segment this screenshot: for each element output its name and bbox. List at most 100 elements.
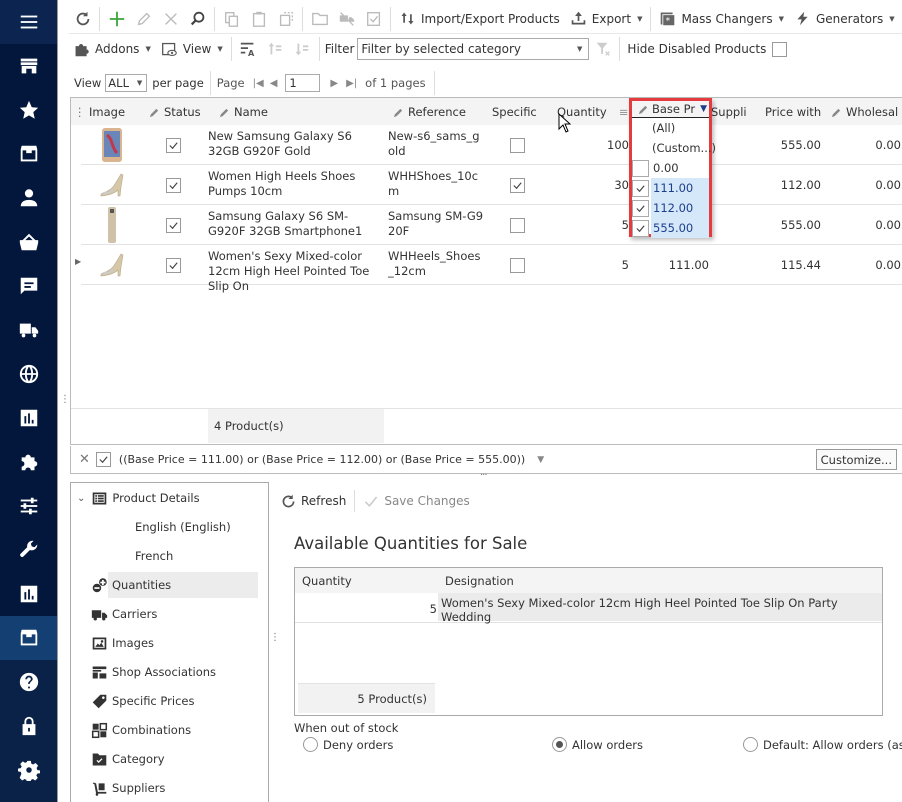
filter-option[interactable]: (All) [632,118,709,138]
tree-item-combinations[interactable]: Combinations [91,717,191,743]
nav-localization[interactable] [0,352,57,396]
expand-button[interactable] [262,37,289,61]
refresh-button[interactable] [69,7,96,31]
radio-deny-orders[interactable]: Deny orders [303,737,393,752]
nav-catalog[interactable] [0,132,57,176]
first-page-button[interactable]: |◀ [253,78,264,89]
filter-option[interactable]: 0.00 [632,158,709,178]
product-quantity[interactable]: 5 [571,258,629,272]
nav-modules[interactable] [0,440,57,484]
paste-button[interactable] [245,7,272,31]
product-image[interactable] [94,247,130,283]
nav-settings[interactable] [0,748,57,792]
addons-button[interactable]: Addons ▼ [69,37,156,61]
tree-item-specific-prices[interactable]: Specific Prices [91,688,194,714]
filter-option-checkbox[interactable] [632,159,649,177]
filter-option[interactable]: 112.00 [632,198,709,218]
clear-filter-button[interactable] [589,37,616,61]
assign-carriers-button[interactable] [333,7,360,31]
status-checkbox[interactable] [166,258,181,273]
page-input[interactable]: 1 [285,74,321,92]
column-header-supplier[interactable]: Suppli [711,105,747,119]
column-header-quantity[interactable]: Quantity [302,574,352,588]
nav-favorites[interactable] [0,88,57,132]
move-category-button[interactable] [306,7,333,31]
format-button[interactable]: A [235,37,262,61]
column-header-image[interactable]: Image [89,105,125,119]
tree-item-english[interactable]: English (English) [131,514,231,540]
product-wholesale-price[interactable]: 0.00 [861,178,901,192]
filter-option-checkbox[interactable] [632,179,649,197]
nav-stats[interactable] [0,396,57,440]
tree-item-french[interactable]: French [131,543,173,569]
filter-option[interactable]: 111.00 [632,178,709,198]
mass-changers-button[interactable]: * Mass Changers ▼ [654,7,789,31]
generators-button[interactable]: Generators ▼ [789,7,900,31]
product-reference[interactable]: Samsung SM-G920F [388,209,486,239]
nav-help[interactable] [0,660,57,704]
status-checkbox[interactable] [166,178,181,193]
radio-allow-orders[interactable]: Allow orders [552,737,643,752]
column-header-name[interactable]: Name [219,105,268,119]
tree-item-quantities[interactable]: Quantities [91,572,258,598]
product-quantity[interactable]: 5 [571,218,629,232]
column-header-status[interactable]: Status [149,105,201,119]
product-wholesale-price[interactable]: 0.00 [861,258,901,272]
filter-expression[interactable]: ((Base Price = 111.00) or (Base Price = … [119,453,525,466]
search-button[interactable] [184,7,211,31]
product-image[interactable] [94,127,130,163]
product-reference[interactable]: WHHeels_Shoes_12cm [388,249,486,279]
specific-checkbox[interactable] [510,178,525,193]
export-button[interactable]: Export ▼ [565,7,648,31]
copy-button[interactable] [218,7,245,31]
product-price-with-tax[interactable]: 115.44 [751,258,821,272]
product-image[interactable] [94,207,130,243]
nav-store[interactable] [0,44,57,88]
tree-item-carriers[interactable]: Carriers [91,601,157,627]
product-base-price[interactable]: 111.00 [641,258,709,272]
tree-item-shop-associations[interactable]: Shop Associations [91,659,216,685]
checklist-button[interactable] [360,7,387,31]
clear-filter-icon[interactable]: ✕ [79,452,90,467]
status-checkbox[interactable] [166,218,181,233]
product-name[interactable]: Samsung Galaxy S6 SM-G920F 32GB Smartpho… [208,209,383,239]
product-name[interactable]: New Samsung Galaxy S6 32GB G920F Gold [208,129,383,159]
product-price-with-tax[interactable]: 555.00 [751,218,821,232]
duplicate-button[interactable] [272,7,299,31]
tree-item-suppliers[interactable]: Suppliers [91,775,165,801]
nav-shipping[interactable] [0,308,57,352]
tree-item-images[interactable]: Images [91,630,154,656]
nav-messages[interactable] [0,264,57,308]
filter-option[interactable]: 555.00 [632,218,709,238]
per-page-select[interactable]: ALL ▼ [105,74,148,92]
filter-history-icon[interactable]: ▼ [537,455,544,465]
product-quantity[interactable]: 30 [571,178,629,192]
table-row[interactable]: Women High Heels Shoes Pumps 10cm WHHShoe… [81,165,902,205]
horizontal-splitter-handle[interactable]: ··· [480,470,487,481]
filter-select[interactable]: Filter by selected category ▼ [357,38,590,60]
filter-option-checkbox[interactable] [632,219,649,237]
column-header-wholesale[interactable]: Wholesal [831,105,898,119]
tree-item-category[interactable]: Category [91,746,165,772]
prev-page-button[interactable]: ◀ [270,78,278,89]
column-header-specific[interactable]: Specific [492,105,537,119]
next-page-button[interactable]: ▶ [330,78,338,89]
customize-button[interactable]: Customize... [815,449,897,470]
column-header-price-with[interactable]: Price with [765,105,821,119]
product-price-with-tax[interactable]: 555.00 [751,138,821,152]
specific-checkbox[interactable] [510,138,525,153]
nav-reports[interactable] [0,572,57,616]
specific-checkbox[interactable] [510,218,525,233]
column-header-reference[interactable]: Reference [393,105,466,119]
product-wholesale-price[interactable]: 0.00 [861,218,901,232]
product-wholesale-price[interactable]: 0.00 [861,138,901,152]
last-page-button[interactable]: ▶| [346,78,357,89]
column-header-designation[interactable]: Designation [445,574,514,588]
add-button[interactable] [103,7,130,31]
filter-option-checkbox[interactable] [632,199,649,217]
filter-active-icon[interactable]: ▼ [700,104,707,114]
delete-button[interactable] [157,7,184,31]
product-name[interactable]: Women High Heels Shoes Pumps 10cm [208,169,383,199]
table-row[interactable]: 5 Women's Sexy Mixed-color 12cm High Hee… [295,593,882,624]
filter-enabled-checkbox[interactable] [95,452,111,467]
